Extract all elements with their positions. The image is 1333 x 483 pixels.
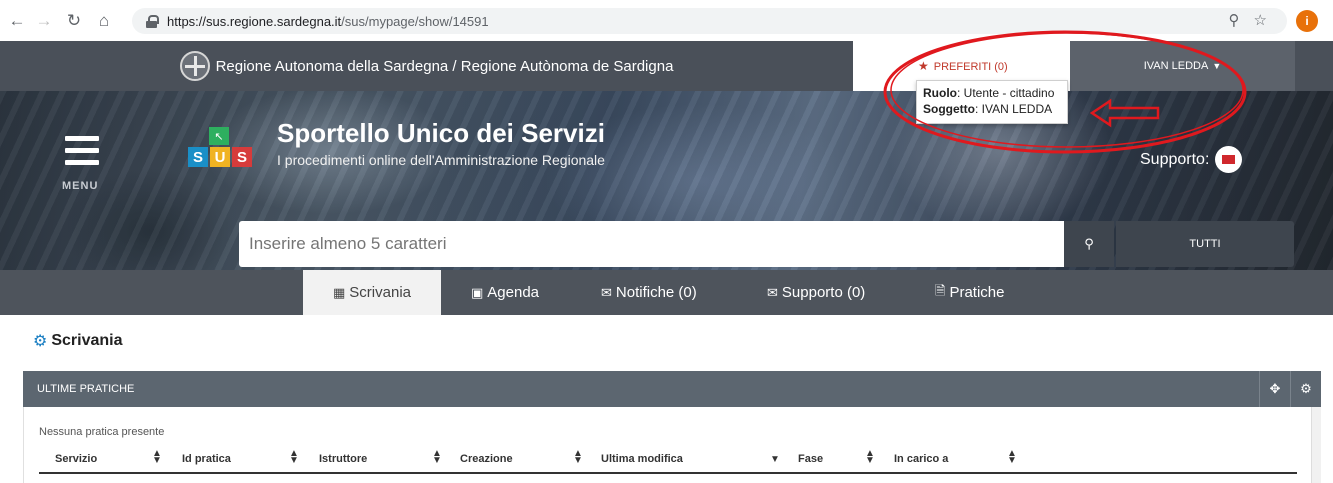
panel-header: ULTIME PRATICHE ✥ ⚙: [23, 371, 1321, 407]
document-icon: 🗎: [935, 282, 946, 298]
user-menu-button[interactable]: IVAN LEDDA ▼: [1070, 41, 1295, 91]
logo-letter-s2: S: [232, 147, 252, 167]
subject-value: : IVAN LEDDA: [975, 102, 1053, 116]
caret-down-icon: ▼: [1212, 61, 1222, 71]
browser-toolbar: ← → ↻ ⌂ https://sus.regione.sardegna.it/…: [0, 0, 1333, 41]
favorites-label: PREFERITI (0): [933, 61, 1008, 73]
reload-icon[interactable]: ↻: [63, 10, 85, 32]
envelope-icon: ✉: [601, 284, 612, 300]
column-header-fase[interactable]: Fase: [798, 453, 823, 465]
site-subtitle: I procedimenti online dell'Amministrazio…: [277, 152, 605, 168]
menu-button[interactable]: MENU: [60, 136, 104, 196]
table-header: Servizio ▲ ▼ Id pratica ▲ ▼ Istruttore ▲ ▼ …: [39, 449, 1297, 474]
sort-desc-icon[interactable]: ▼: [770, 455, 780, 465]
grid-icon: ▦: [333, 284, 346, 300]
user-name: IVAN LEDDA: [1143, 60, 1209, 72]
site-topbar: Regione Autonoma della Sardegna / Region…: [0, 41, 1333, 91]
page-title: ⚙ Scrivania: [33, 331, 123, 351]
logo-letter-s: S: [188, 147, 208, 167]
sort-icon[interactable]: ▲ ▼: [573, 449, 583, 466]
tab-label: Pratiche: [949, 284, 1005, 301]
logo-letter-u: U: [210, 147, 230, 167]
search-icon: ⚲: [1084, 236, 1094, 251]
url-host: https://sus.regione.sardegna.it: [167, 13, 342, 29]
tab-pratiche[interactable]: 🗎 Pratiche: [935, 270, 1004, 315]
column-header-id-pratica[interactable]: Id pratica: [182, 453, 231, 465]
subject-label: Soggetto: [923, 102, 975, 116]
sort-icon[interactable]: ▲ ▼: [289, 449, 299, 466]
scrollbar[interactable]: [1311, 407, 1321, 483]
main-nav: ▦ Scrivania ▣ Agenda ✉ Notifiche (0) ✉ Suppo…: [0, 270, 1333, 315]
contact-book-icon: ▣: [471, 284, 484, 300]
role-value: : Utente - cittadino: [957, 86, 1055, 100]
star-icon: ★: [918, 59, 929, 73]
tab-label: Supporto (0): [781, 284, 866, 301]
search-scope-dropdown[interactable]: TUTTI: [1116, 221, 1294, 267]
tab-supporto[interactable]: ✉ Supporto (0): [767, 270, 865, 315]
page-title-text: Scrivania: [51, 332, 123, 349]
gear-icon[interactable]: ⚙: [1290, 371, 1321, 407]
back-arrow-icon[interactable]: ←: [6, 10, 28, 32]
tab-label: Agenda: [487, 284, 540, 301]
region-banner[interactable]: Regione Autonoma della Sardegna / Region…: [0, 41, 853, 91]
empty-message: Nessuna pratica presente: [39, 426, 165, 438]
tab-label: Scrivania: [349, 284, 411, 301]
home-icon[interactable]: ⌂: [93, 10, 115, 32]
menu-label: MENU: [62, 180, 99, 192]
sort-icon[interactable]: ▲ ▼: [1007, 449, 1017, 466]
support-label: Supporto:: [1140, 150, 1210, 168]
tab-label: Notifiche (0): [615, 284, 697, 301]
region-emblem-icon: [179, 51, 210, 81]
column-header-istruttore[interactable]: Istruttore: [319, 453, 367, 465]
hero-banner: MENU ↖ S U S Sportello Unico dei Servizi…: [0, 91, 1333, 270]
column-header-servizio[interactable]: Servizio: [55, 453, 97, 465]
favorites-link[interactable]: ★ PREFERITI (0): [918, 59, 1008, 73]
zoom-icon[interactable]: ⚲: [1229, 11, 1240, 29]
panel-title: ULTIME PRATICHE: [37, 383, 135, 395]
envelope-icon: ✉: [767, 284, 778, 300]
url-text[interactable]: https://sus.regione.sardegna.it/sus/mypa…: [167, 14, 489, 29]
gear-icon: ⚙: [33, 333, 48, 350]
envelope-icon: [1215, 146, 1243, 173]
column-header-creazione[interactable]: Creazione: [460, 453, 513, 465]
tab-notifiche[interactable]: ✉ Notifiche (0): [601, 270, 697, 315]
tab-scrivania[interactable]: ▦ Scrivania: [303, 270, 441, 315]
site-title[interactable]: Sportello Unico dei Servizi: [277, 118, 605, 149]
column-header-in-carico-a[interactable]: In carico a: [894, 453, 948, 465]
url-path: /sus/mypage/show/14591: [341, 13, 489, 29]
hamburger-icon: [65, 136, 99, 141]
search-input[interactable]: [239, 221, 1064, 267]
address-bar[interactable]: https://sus.regione.sardegna.it/sus/mypa…: [132, 8, 1287, 34]
cursor-arrow-icon: ↖: [209, 127, 229, 145]
support-link[interactable]: Supporto:: [1140, 146, 1243, 173]
sort-icon[interactable]: ▲ ▼: [152, 449, 162, 466]
tab-agenda[interactable]: ▣ Agenda: [471, 270, 539, 315]
region-title: Regione Autonoma della Sardegna / Region…: [215, 57, 674, 75]
move-icon[interactable]: ✥: [1259, 371, 1290, 407]
search-button[interactable]: ⚲: [1064, 221, 1114, 267]
profile-avatar[interactable]: i: [1296, 10, 1318, 32]
sort-icon[interactable]: ▲ ▼: [865, 449, 875, 466]
sus-logo[interactable]: ↖ S U S: [188, 125, 254, 173]
bookmark-star-icon[interactable]: ☆: [1254, 11, 1267, 29]
role-label: Ruolo: [923, 86, 957, 100]
forward-arrow-icon[interactable]: →: [33, 10, 55, 32]
lock-icon: [146, 14, 159, 28]
user-info-tooltip: Ruolo: Utente - cittadino Soggetto: IVAN…: [916, 80, 1068, 124]
panel-body: Nessuna pratica presente Servizio ▲ ▼ Id …: [23, 407, 1321, 483]
sort-icon[interactable]: ▲ ▼: [432, 449, 442, 466]
column-header-ultima-modifica[interactable]: Ultima modifica: [601, 453, 683, 465]
